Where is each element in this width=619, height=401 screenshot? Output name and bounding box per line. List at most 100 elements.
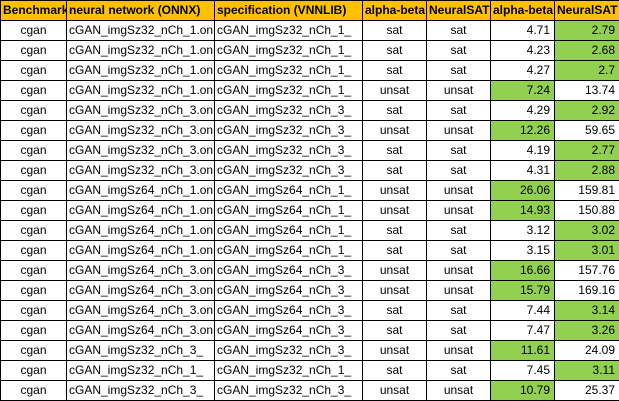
cell-alpha-beta-time[interactable]: 3.15 (490, 240, 555, 261)
cell-network[interactable]: cGAN_imgSz64_nCh_1.onnx (66, 180, 215, 201)
header-benchmark[interactable]: Benchmark (0, 0, 67, 21)
cell-benchmark[interactable]: cgan (0, 20, 67, 41)
cell-alpha-beta-time[interactable]: 15.79 (490, 280, 555, 301)
cell-specification[interactable]: cGAN_imgSz64_nCh_1_ (214, 220, 363, 241)
cell-specification[interactable]: cGAN_imgSz64_nCh_3_ (214, 280, 363, 301)
cell-specification[interactable]: cGAN_imgSz64_nCh_1_ (214, 240, 363, 261)
cell-neuralsat-result[interactable]: unsat (426, 120, 491, 141)
cell-benchmark[interactable]: cgan (0, 100, 67, 121)
cell-neuralsat-result[interactable]: sat (426, 20, 491, 41)
cell-benchmark[interactable]: cgan (0, 300, 67, 321)
cell-neuralsat-result[interactable]: sat (426, 40, 491, 61)
cell-neuralsat-result[interactable]: sat (426, 100, 491, 121)
cell-benchmark[interactable]: cgan (0, 140, 67, 161)
cell-neuralsat-result[interactable]: sat (426, 60, 491, 81)
cell-alpha-beta-time[interactable]: 14.93 (490, 200, 555, 221)
cell-network[interactable]: cGAN_imgSz64_nCh_1.onnx (66, 240, 215, 261)
cell-neuralsat-time[interactable]: 159.81 (554, 180, 619, 201)
cell-network[interactable]: cGAN_imgSz32_nCh_1.onnx (66, 20, 215, 41)
cell-alpha-beta-time[interactable]: 4.23 (490, 40, 555, 61)
cell-alpha-beta-time[interactable]: 11.61 (490, 340, 555, 361)
cell-specification[interactable]: cGAN_imgSz32_nCh_3_ (214, 160, 363, 181)
cell-neuralsat-time[interactable]: 150.88 (554, 200, 619, 221)
cell-network[interactable]: cGAN_imgSz64_nCh_1.onnx (66, 220, 215, 241)
cell-alpha-beta-result[interactable]: sat (362, 360, 427, 381)
cell-neuralsat-time[interactable]: 25.37 (554, 380, 619, 401)
cell-neuralsat-time[interactable]: 2.79 (554, 20, 619, 41)
header-network[interactable]: neural network (ONNX) (66, 0, 215, 21)
cell-benchmark[interactable]: cgan (0, 220, 67, 241)
cell-benchmark[interactable]: cgan (0, 120, 67, 141)
cell-network[interactable]: cGAN_imgSz64_nCh_3.onnx (66, 300, 215, 321)
cell-alpha-beta-result[interactable]: sat (362, 60, 427, 81)
cell-neuralsat-time[interactable]: 169.16 (554, 280, 619, 301)
cell-neuralsat-time[interactable]: 2.7 (554, 60, 619, 81)
cell-benchmark[interactable]: cgan (0, 380, 67, 401)
cell-specification[interactable]: cGAN_imgSz64_nCh_3_ (214, 320, 363, 341)
cell-specification[interactable]: cGAN_imgSz32_nCh_3_ (214, 120, 363, 141)
cell-network[interactable]: cGAN_imgSz64_nCh_3.onnx (66, 260, 215, 281)
cell-alpha-beta-time[interactable]: 26.06 (490, 180, 555, 201)
cell-benchmark[interactable]: cgan (0, 280, 67, 301)
cell-alpha-beta-time[interactable]: 10.79 (490, 380, 555, 401)
cell-alpha-beta-result[interactable]: unsat (362, 280, 427, 301)
cell-neuralsat-time[interactable]: 3.01 (554, 240, 619, 261)
cell-network[interactable]: cGAN_imgSz32_nCh_3.onnx (66, 160, 215, 181)
cell-alpha-beta-time[interactable]: 4.29 (490, 100, 555, 121)
cell-neuralsat-time[interactable]: 3.26 (554, 320, 619, 341)
cell-neuralsat-time[interactable]: 2.92 (554, 100, 619, 121)
cell-alpha-beta-time[interactable]: 7.45 (490, 360, 555, 381)
cell-neuralsat-result[interactable]: sat (426, 240, 491, 261)
header-specification[interactable]: specification (VNNLIB) (214, 0, 363, 21)
cell-alpha-beta-result[interactable]: unsat (362, 200, 427, 221)
cell-benchmark[interactable]: cgan (0, 40, 67, 61)
cell-neuralsat-result[interactable]: unsat (426, 340, 491, 361)
cell-neuralsat-result[interactable]: sat (426, 360, 491, 381)
cell-neuralsat-result[interactable]: unsat (426, 80, 491, 101)
cell-specification[interactable]: cGAN_imgSz64_nCh_1_ (214, 200, 363, 221)
cell-neuralsat-time[interactable]: 24.09 (554, 340, 619, 361)
cell-network[interactable]: cGAN_imgSz32_nCh_1.onnx (66, 40, 215, 61)
cell-alpha-beta-time[interactable]: 7.44 (490, 300, 555, 321)
cell-benchmark[interactable]: cgan (0, 240, 67, 261)
cell-specification[interactable]: cGAN_imgSz32_nCh_1_ (214, 20, 363, 41)
cell-specification[interactable]: cGAN_imgSz32_nCh_1_ (214, 40, 363, 61)
cell-network[interactable]: cGAN_imgSz32_nCh_1_ (66, 360, 215, 381)
cell-specification[interactable]: cGAN_imgSz32_nCh_1_ (214, 360, 363, 381)
cell-alpha-beta-result[interactable]: sat (362, 20, 427, 41)
cell-benchmark[interactable]: cgan (0, 60, 67, 81)
cell-alpha-beta-time[interactable]: 7.47 (490, 320, 555, 341)
cell-neuralsat-result[interactable]: sat (426, 140, 491, 161)
cell-alpha-beta-result[interactable]: sat (362, 240, 427, 261)
cell-alpha-beta-result[interactable]: sat (362, 300, 427, 321)
cell-neuralsat-time[interactable]: 3.02 (554, 220, 619, 241)
cell-alpha-beta-result[interactable]: sat (362, 100, 427, 121)
cell-benchmark[interactable]: cgan (0, 320, 67, 341)
cell-alpha-beta-time[interactable]: 4.71 (490, 20, 555, 41)
cell-network[interactable]: cGAN_imgSz32_nCh_3.onnx (66, 100, 215, 121)
cell-alpha-beta-result[interactable]: sat (362, 220, 427, 241)
cell-neuralsat-time[interactable]: 2.68 (554, 40, 619, 61)
cell-alpha-beta-result[interactable]: unsat (362, 380, 427, 401)
cell-alpha-beta-result[interactable]: unsat (362, 260, 427, 281)
cell-specification[interactable]: cGAN_imgSz64_nCh_1_ (214, 180, 363, 201)
cell-specification[interactable]: cGAN_imgSz32_nCh_1_ (214, 80, 363, 101)
cell-neuralsat-time[interactable]: 13.74 (554, 80, 619, 101)
cell-alpha-beta-result[interactable]: unsat (362, 80, 427, 101)
cell-neuralsat-time[interactable]: 157.76 (554, 260, 619, 281)
cell-alpha-beta-result[interactable]: unsat (362, 180, 427, 201)
cell-alpha-beta-time[interactable]: 7.24 (490, 80, 555, 101)
cell-network[interactable]: cGAN_imgSz64_nCh_3.onnx (66, 280, 215, 301)
cell-specification[interactable]: cGAN_imgSz32_nCh_3_ (214, 140, 363, 161)
cell-benchmark[interactable]: cgan (0, 180, 67, 201)
cell-neuralsat-time[interactable]: 59.65 (554, 120, 619, 141)
cell-network[interactable]: cGAN_imgSz32_nCh_3_ (66, 340, 215, 361)
cell-neuralsat-result[interactable]: unsat (426, 260, 491, 281)
cell-benchmark[interactable]: cgan (0, 340, 67, 361)
cell-neuralsat-time[interactable]: 2.88 (554, 160, 619, 181)
cell-alpha-beta-result[interactable]: sat (362, 160, 427, 181)
cell-alpha-beta-time[interactable]: 4.31 (490, 160, 555, 181)
header-neuralsat-result[interactable]: NeuralSAT (426, 0, 491, 21)
cell-neuralsat-result[interactable]: unsat (426, 180, 491, 201)
header-neuralsat-time[interactable]: NeuralSAT (554, 0, 619, 21)
